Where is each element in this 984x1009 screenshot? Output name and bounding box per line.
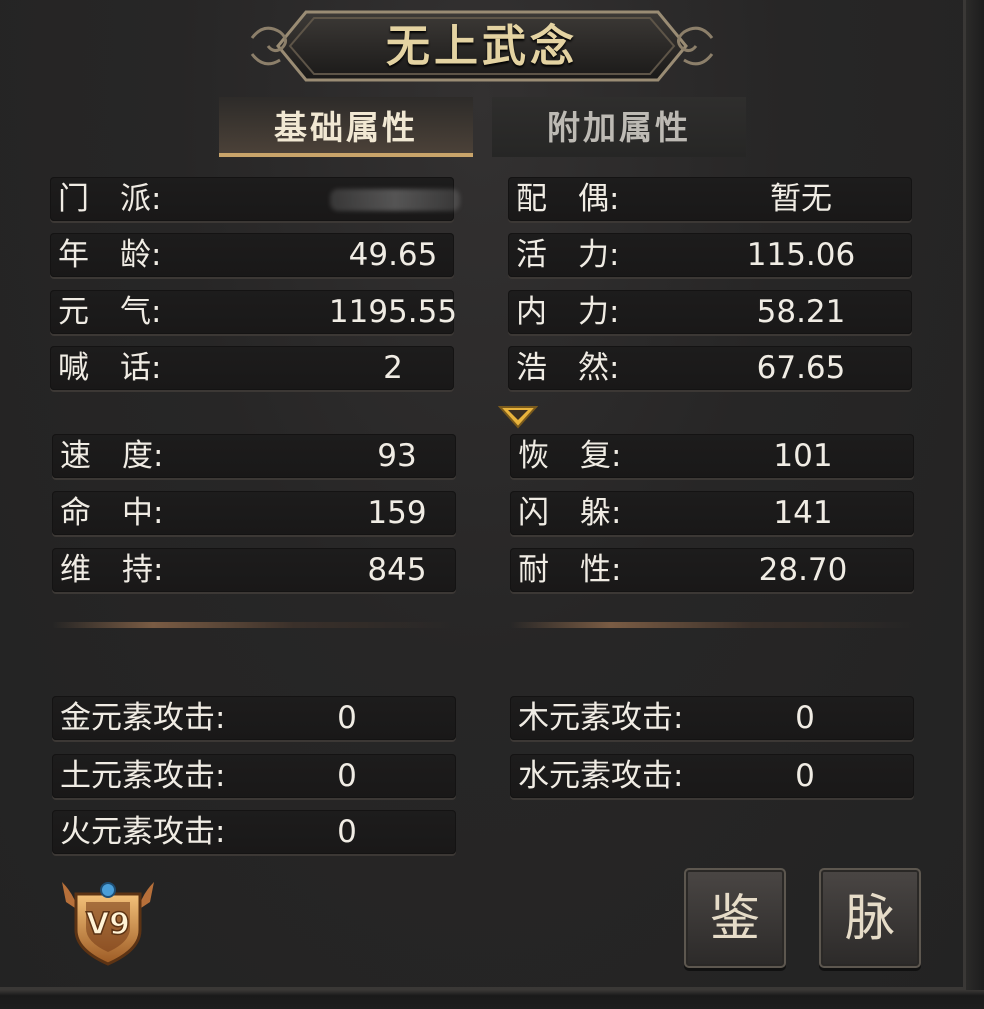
- tab-basic-attributes[interactable]: 基础属性: [219, 97, 473, 157]
- wood-attack-row: 木元素攻击: 0: [510, 696, 914, 740]
- earth-attack-value: 0: [337, 758, 357, 794]
- spouse-value: 暂无: [770, 181, 832, 217]
- dodge-value: 141: [773, 495, 833, 531]
- vip-shield-icon[interactable]: V9: [56, 872, 160, 968]
- sect-value-obscured: [330, 189, 460, 211]
- metal-attack-value: 0: [337, 700, 357, 736]
- expand-chevron-icon[interactable]: [498, 404, 538, 430]
- panel-title: 无上武念: [386, 21, 578, 72]
- energy-row: 活 力: 115.06: [508, 233, 912, 277]
- spouse-row: 配 偶: 暂无: [508, 177, 912, 221]
- panel-bottom-edge: [0, 990, 984, 1009]
- sustain-value: 845: [367, 552, 427, 588]
- sect-label: 门 派:: [58, 181, 162, 217]
- inner-force-row: 内 力: 58.21: [508, 290, 912, 334]
- recovery-row: 恢 复: 101: [510, 434, 914, 478]
- vitality-value: 1195.55: [328, 294, 458, 330]
- age-label: 年 龄:: [58, 237, 162, 273]
- recovery-value: 101: [773, 438, 833, 474]
- sustain-label: 维 持:: [60, 552, 164, 588]
- panel-right-edge: [966, 0, 984, 1009]
- wood-attack-value: 0: [795, 700, 815, 736]
- water-attack-label: 水元素攻击:: [518, 758, 684, 794]
- fire-attack-value: 0: [337, 814, 357, 850]
- energy-label: 活 力:: [516, 237, 620, 273]
- age-row: 年 龄: 49.65: [50, 233, 454, 277]
- energy-value: 115.06: [746, 237, 856, 273]
- vitality-row: 元 气: 1195.55: [50, 290, 457, 334]
- shout-value: 2: [383, 350, 403, 386]
- righteousness-label: 浩 然:: [516, 350, 620, 386]
- inner-force-value: 58.21: [756, 294, 846, 330]
- dodge-label: 闪 躲:: [518, 495, 622, 531]
- metal-attack-row: 金元素攻击: 0: [52, 696, 456, 740]
- vitality-label: 元 气:: [58, 294, 162, 330]
- speed-row: 速 度: 93: [52, 434, 456, 478]
- accuracy-row: 命 中: 159: [52, 491, 456, 535]
- resilience-value: 28.70: [758, 552, 848, 588]
- shout-label: 喊 话:: [58, 350, 162, 386]
- recovery-label: 恢 复:: [518, 438, 622, 474]
- tab-extra-attributes[interactable]: 附加属性: [492, 97, 746, 157]
- righteousness-row: 浩 然: 67.65: [508, 346, 912, 390]
- righteousness-value: 67.65: [756, 350, 846, 386]
- dodge-row: 闪 躲: 141: [510, 491, 914, 535]
- section-divider-right: [510, 622, 914, 628]
- section-divider-left: [52, 622, 456, 628]
- title-plaque: 无上武念: [246, 8, 718, 84]
- wood-attack-label: 木元素攻击:: [518, 700, 684, 736]
- shout-row: 喊 话: 2: [50, 346, 454, 390]
- vip-level-text: V9: [86, 907, 130, 942]
- water-attack-row: 水元素攻击: 0: [510, 754, 914, 798]
- identify-button[interactable]: 鉴: [684, 868, 786, 968]
- earth-attack-row: 土元素攻击: 0: [52, 754, 456, 798]
- age-value: 49.65: [348, 237, 438, 273]
- accuracy-value: 159: [367, 495, 427, 531]
- accuracy-label: 命 中:: [60, 495, 164, 531]
- metal-attack-label: 金元素攻击:: [60, 700, 226, 736]
- resilience-label: 耐 性:: [518, 552, 622, 588]
- speed-value: 93: [377, 438, 417, 474]
- meridian-button[interactable]: 脉: [819, 868, 921, 968]
- sustain-row: 维 持: 845: [52, 548, 456, 592]
- spouse-label: 配 偶:: [516, 181, 620, 217]
- resilience-row: 耐 性: 28.70: [510, 548, 914, 592]
- speed-label: 速 度:: [60, 438, 164, 474]
- inner-force-label: 内 力:: [516, 294, 620, 330]
- fire-attack-label: 火元素攻击:: [60, 814, 226, 850]
- water-attack-value: 0: [795, 758, 815, 794]
- earth-attack-label: 土元素攻击:: [60, 758, 226, 794]
- fire-attack-row: 火元素攻击: 0: [52, 810, 456, 854]
- sect-row: 门 派:: [50, 177, 460, 221]
